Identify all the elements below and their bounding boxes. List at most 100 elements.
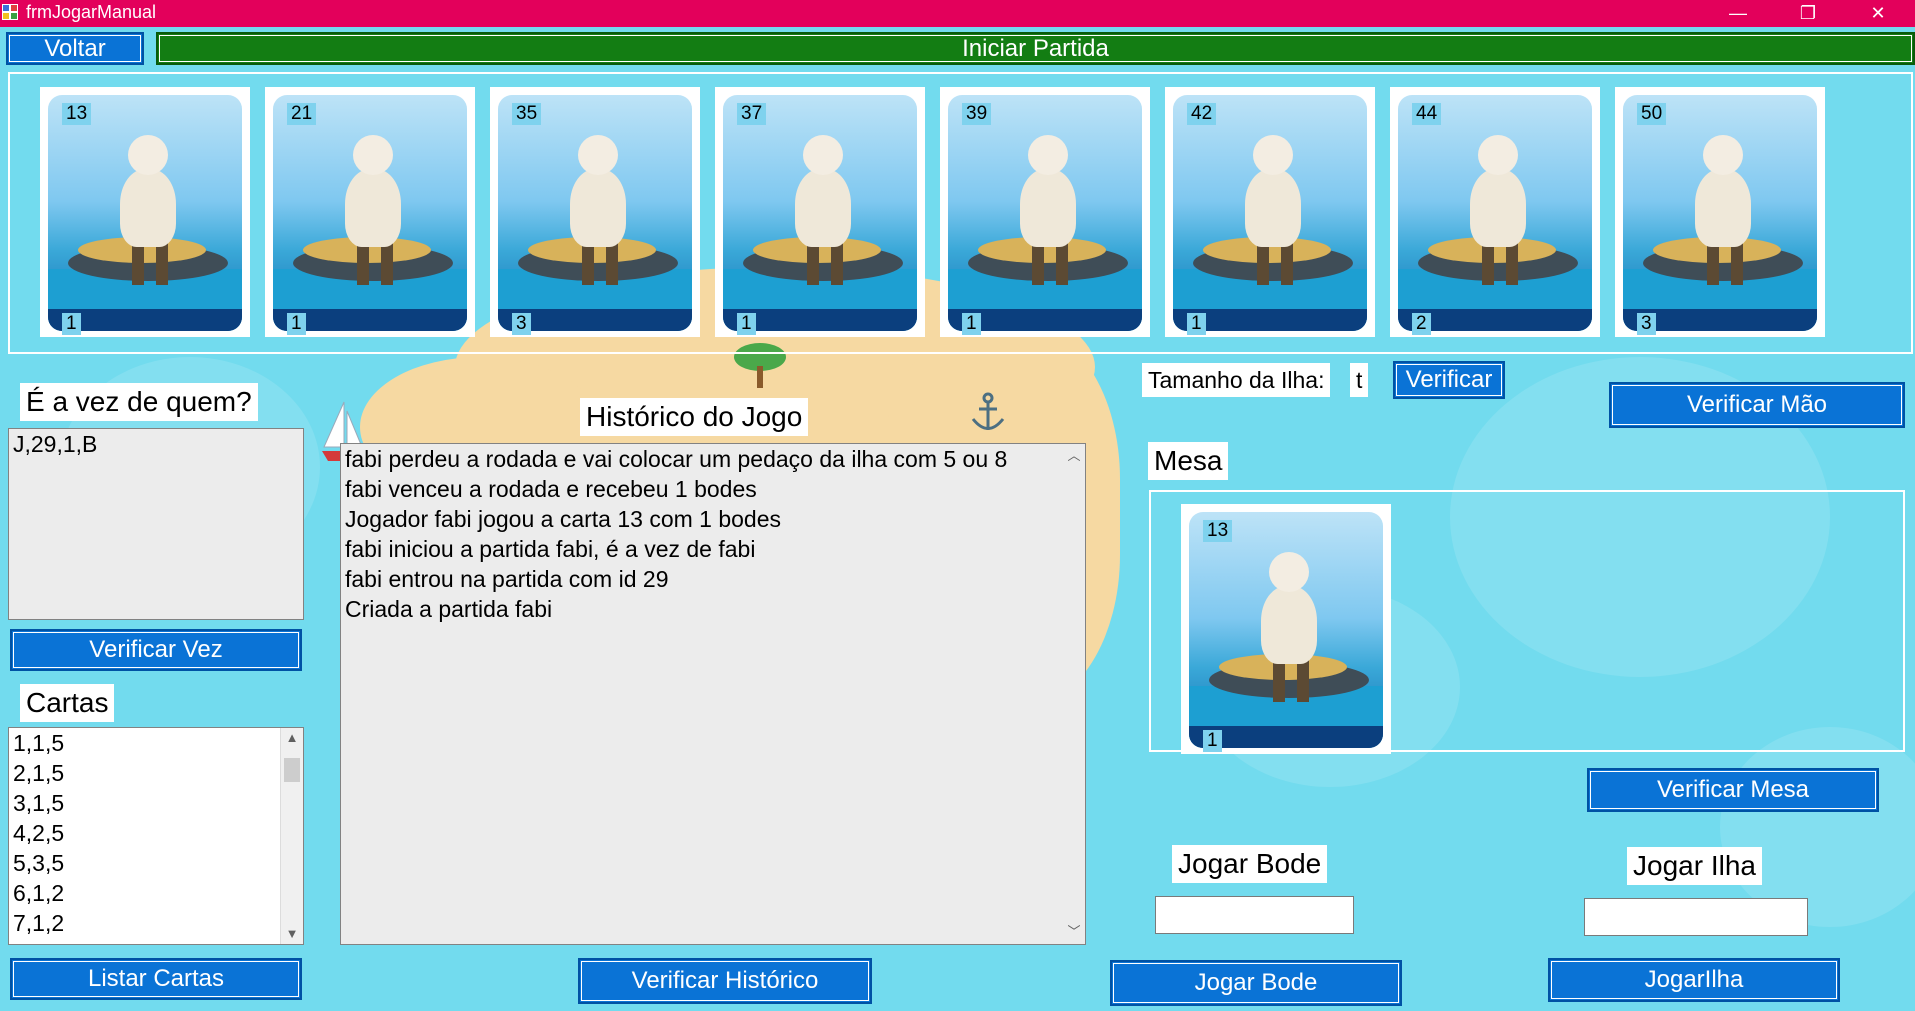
- list-item[interactable]: 6,1,2: [9, 878, 303, 908]
- history-lines: fabi perdeu a rodada e vai colocar um pe…: [341, 444, 1085, 624]
- card-art: [1189, 512, 1383, 748]
- card-number: 21: [287, 103, 317, 125]
- goat-leg: [831, 241, 843, 285]
- start-match-button[interactable]: Iniciar Partida: [156, 32, 1915, 65]
- list-item[interactable]: 7,1,2: [9, 908, 303, 938]
- goat-leg: [1506, 241, 1518, 285]
- goat-leg: [807, 241, 819, 285]
- table-card[interactable]: 13 1: [1181, 504, 1391, 754]
- hand-card[interactable]: 42 1: [1165, 87, 1375, 337]
- list-item[interactable]: 3,1,5: [9, 788, 303, 818]
- history-label: Histórico do Jogo: [580, 398, 809, 436]
- hand-card[interactable]: 21 1: [265, 87, 475, 337]
- goat-head: [803, 135, 843, 175]
- minimize-button[interactable]: —: [1710, 0, 1766, 27]
- goat-head: [1253, 135, 1293, 175]
- check-turn-button[interactable]: Verificar Vez: [10, 629, 302, 671]
- hand-card[interactable]: 39 1: [940, 87, 1150, 337]
- play-goat-button[interactable]: Jogar Bode: [1110, 960, 1402, 1006]
- scroll-down-icon[interactable]: ▼: [281, 924, 303, 944]
- hand-card[interactable]: 37 1: [715, 87, 925, 337]
- history-line: Criada a partida fabi: [345, 596, 553, 622]
- turn-label: É a vez de quem?: [20, 383, 258, 421]
- card-number: 50: [1637, 103, 1667, 125]
- goat-head: [353, 135, 393, 175]
- card-goat-count: 3: [1637, 313, 1656, 335]
- anchor-icon: [971, 392, 1005, 430]
- scroll-thumb[interactable]: [284, 758, 300, 782]
- goat-head: [1478, 135, 1518, 175]
- goat-leg: [1273, 658, 1285, 702]
- window-title: frmJogarManual: [26, 2, 157, 22]
- list-cards-button[interactable]: Listar Cartas: [10, 958, 302, 1000]
- island-piece-input[interactable]: [1584, 898, 1808, 936]
- card-art: [273, 95, 467, 331]
- history-line: fabi iniciou a partida fabi, é a vez de …: [345, 536, 756, 562]
- card-goat-count: 1: [1187, 313, 1206, 335]
- card-art: [48, 95, 242, 331]
- goat-leg: [1297, 658, 1309, 702]
- card-art: [723, 95, 917, 331]
- goat-leg: [156, 241, 168, 285]
- check-hand-button[interactable]: Verificar Mão: [1609, 382, 1905, 428]
- cards-listbox[interactable]: 1,1,5 2,1,5 3,1,5 4,2,5 5,3,5 6,1,2 7,1,2 ▲ ▼: [8, 727, 304, 945]
- goat-leg: [1482, 241, 1494, 285]
- history-line: fabi entrou na partida com id 29: [345, 566, 669, 592]
- card-number: 13: [62, 103, 92, 125]
- goat-figure: [1020, 169, 1076, 247]
- scroll-up-icon[interactable]: ▲: [281, 728, 303, 748]
- list-item[interactable]: 5,3,5: [9, 848, 303, 878]
- history-line: Jogador fabi jogou a carta 13 com 1 bode…: [345, 506, 782, 532]
- goat-leg: [1731, 241, 1743, 285]
- title-bar: frmJogarManual — ❐ ✕: [0, 0, 1915, 27]
- island-size-label: Tamanho da Ilha:: [1142, 363, 1331, 397]
- cards-scrollbar[interactable]: ▲ ▼: [280, 728, 303, 944]
- check-table-button[interactable]: Verificar Mesa: [1587, 768, 1879, 812]
- turn-value: J,29,1,B: [13, 431, 98, 457]
- hand-panel: 13 1 21 1 35 3 37 1 39 1 42 1 44 2 50 3: [8, 72, 1913, 354]
- card-goat-count: 1: [287, 313, 306, 335]
- list-item[interactable]: 1,1,5: [9, 728, 303, 758]
- app-icon: [2, 4, 18, 20]
- check-island-button[interactable]: Verificar: [1393, 361, 1505, 399]
- history-textbox[interactable]: fabi perdeu a rodada e vai colocar um pe…: [340, 443, 1086, 945]
- history-scrollbar[interactable]: ︿ ﹀: [1063, 444, 1085, 944]
- hand-card[interactable]: 44 2: [1390, 87, 1600, 337]
- list-item[interactable]: 2,1,5: [9, 758, 303, 788]
- turn-textbox[interactable]: J,29,1,B: [8, 428, 304, 620]
- goat-figure: [1261, 586, 1317, 664]
- play-island-button[interactable]: JogarIlha: [1548, 958, 1840, 1002]
- close-button[interactable]: ✕: [1850, 0, 1906, 27]
- goat-figure: [795, 169, 851, 247]
- goat-figure: [1695, 169, 1751, 247]
- hand-card[interactable]: 13 1: [40, 87, 250, 337]
- hand-card[interactable]: 50 3: [1615, 87, 1825, 337]
- hand-card[interactable]: 35 3: [490, 87, 700, 337]
- card-art: [948, 95, 1142, 331]
- scroll-down-icon[interactable]: ﹀: [1063, 922, 1085, 942]
- scroll-up-icon[interactable]: ︿: [1063, 446, 1085, 466]
- goat-leg: [1032, 241, 1044, 285]
- card-goat-count: 2: [1412, 313, 1431, 335]
- card-goat-count: 1: [737, 313, 756, 335]
- cards-items: 1,1,5 2,1,5 3,1,5 4,2,5 5,3,5 6,1,2 7,1,2: [9, 728, 303, 938]
- goat-count-input[interactable]: [1155, 896, 1354, 934]
- card-art: [1173, 95, 1367, 331]
- check-history-button[interactable]: Verificar Histórico: [578, 958, 872, 1004]
- list-item[interactable]: 4,2,5: [9, 818, 303, 848]
- card-number: 39: [962, 103, 992, 125]
- goat-leg: [606, 241, 618, 285]
- goat-leg: [1281, 241, 1293, 285]
- goat-head: [1703, 135, 1743, 175]
- goat-leg: [1056, 241, 1068, 285]
- card-goat-count: 3: [512, 313, 531, 335]
- goat-leg: [132, 241, 144, 285]
- back-button[interactable]: Voltar: [6, 32, 144, 65]
- card-number: 42: [1187, 103, 1217, 125]
- card-goat-count: 1: [962, 313, 981, 335]
- goat-head: [578, 135, 618, 175]
- card-goat-count: 1: [1203, 730, 1222, 752]
- goat-figure: [345, 169, 401, 247]
- restore-button[interactable]: ❐: [1780, 0, 1836, 27]
- island-size-value: t: [1350, 363, 1369, 397]
